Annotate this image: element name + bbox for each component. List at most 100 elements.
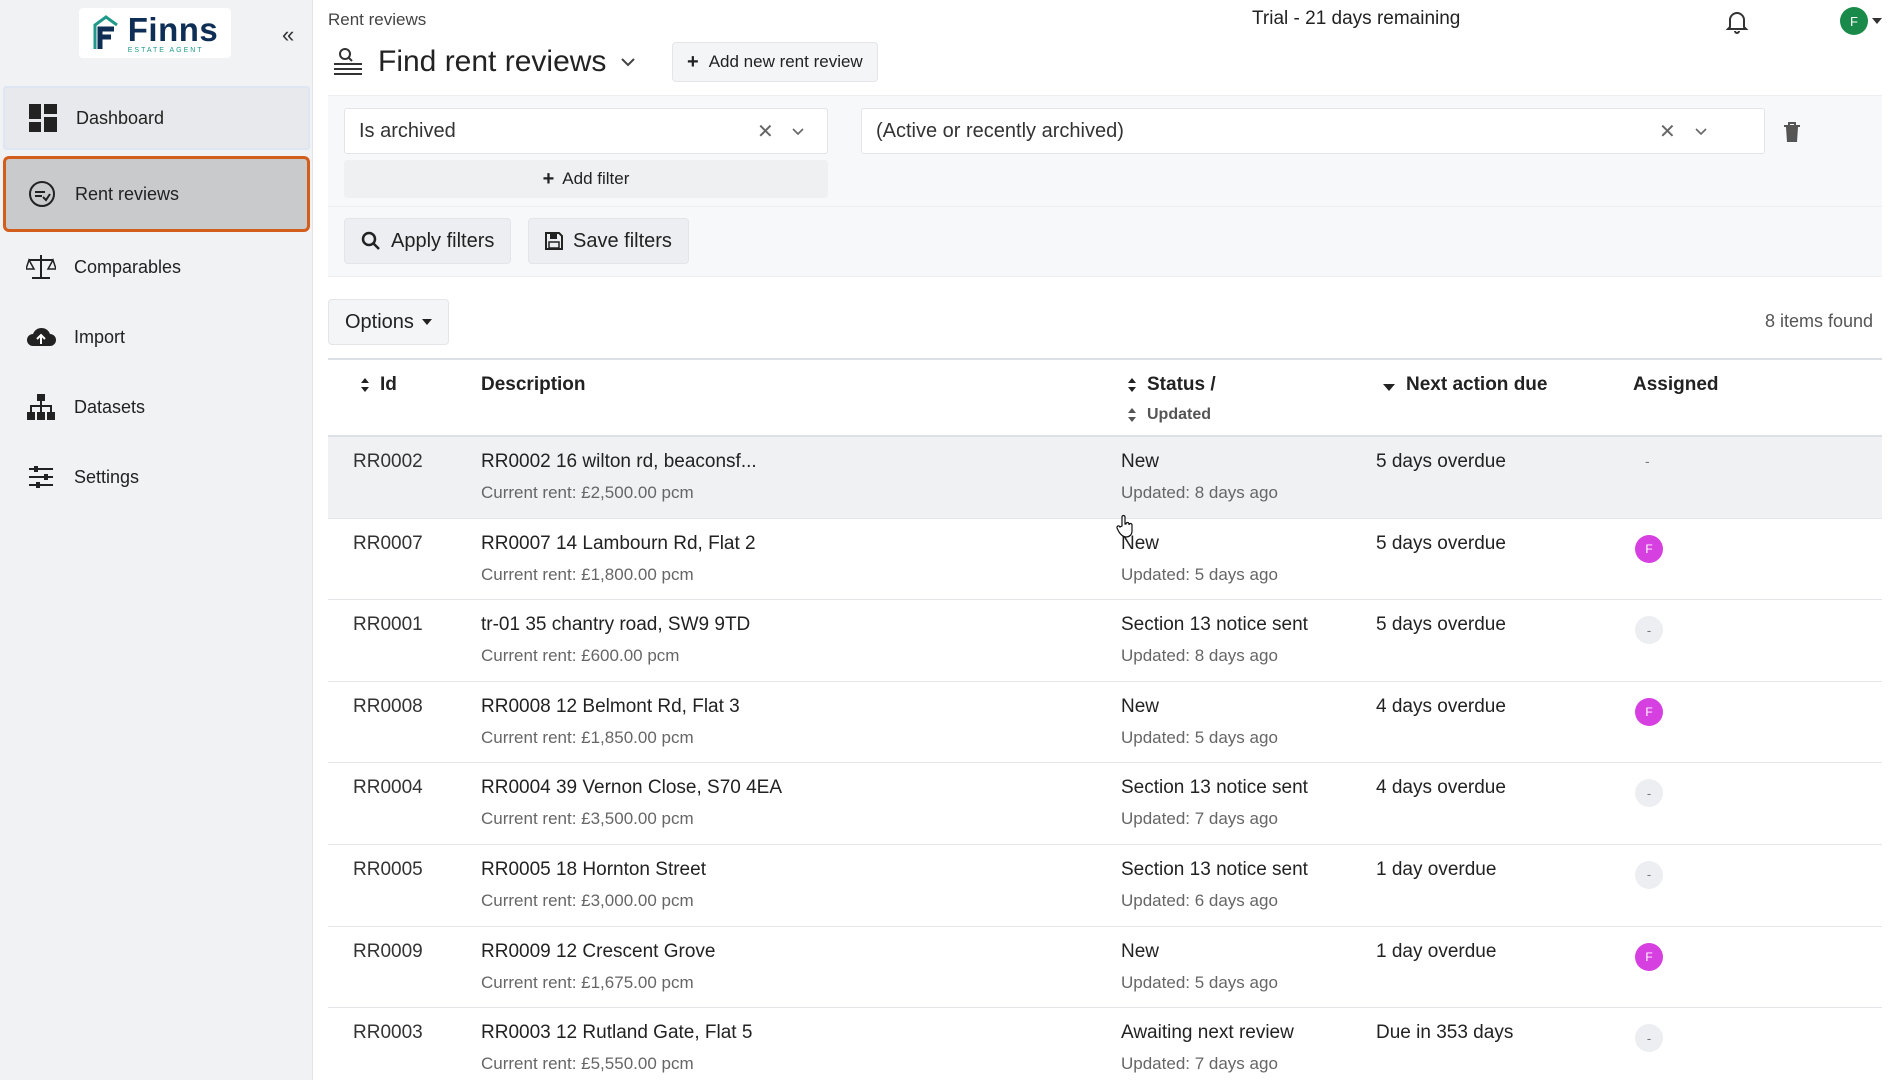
table-row[interactable]: RR0007 RR0007 14 Lambourn Rd, Flat 2 Cur… — [328, 519, 1882, 601]
row-id[interactable]: RR0009 — [353, 941, 423, 963]
table-row[interactable]: RR0005 RR0005 18 Hornton Street Current … — [328, 845, 1882, 927]
row-status: Section 13 notice sent — [1121, 777, 1308, 799]
row-id[interactable]: RR0005 — [353, 859, 423, 881]
row-id[interactable]: RR0007 — [353, 533, 423, 555]
table-row[interactable]: RR0001 tr-01 35 chantry road, SW9 9TD Cu… — [328, 600, 1882, 682]
assignee-avatar[interactable]: F — [1635, 942, 1663, 971]
unassigned-indicator[interactable]: - — [1635, 616, 1663, 645]
chevron-down-icon[interactable] — [1872, 18, 1882, 24]
caret-down-icon — [421, 319, 432, 325]
table-row[interactable]: RR0003 RR0003 12 Rutland Gate, Flat 5 Cu… — [328, 1008, 1882, 1080]
table-row[interactable]: RR0009 RR0009 12 Crescent Grove Current … — [328, 927, 1882, 1009]
sidebar-item-dashboard[interactable]: Dashboard — [3, 86, 310, 150]
column-assigned-header[interactable]: Assigned — [1633, 374, 1719, 396]
row-description[interactable]: RR0002 16 wilton rd, beaconsf... — [481, 451, 757, 473]
row-description[interactable]: RR0009 12 Crescent Grove — [481, 941, 715, 963]
row-description[interactable]: RR0004 39 Vernon Close, S70 4EA — [481, 777, 782, 799]
column-id-header[interactable]: Id — [360, 374, 397, 396]
sort-icon — [1128, 408, 1136, 422]
cloud-upload-icon — [26, 322, 56, 352]
clear-icon[interactable]: ✕ — [757, 119, 774, 144]
options-dropdown[interactable]: Options — [328, 299, 449, 345]
table-row[interactable]: RR0002 RR0002 16 wilton rd, beaconsf... … — [328, 437, 1882, 519]
assignee-avatar[interactable]: F — [1635, 534, 1663, 563]
sidebar-item-label: Dashboard — [76, 107, 165, 128]
row-status: New — [1121, 451, 1160, 472]
user-avatar[interactable]: F — [1840, 7, 1868, 35]
assignee-avatar[interactable]: F — [1635, 697, 1663, 726]
row-id[interactable]: RR0001 — [353, 614, 423, 636]
row-id[interactable]: RR0008 — [353, 696, 423, 718]
sidebar-item-comparables[interactable]: Comparables — [0, 232, 313, 302]
options-label: Options — [345, 310, 414, 333]
sidebar-item-datasets[interactable]: Datasets — [0, 372, 313, 442]
sort-icon — [361, 378, 369, 392]
dashboard-grid-icon — [28, 103, 58, 133]
chevron-down-icon[interactable] — [620, 54, 636, 70]
column-status-header[interactable]: Status / — [1127, 374, 1216, 396]
trash-icon[interactable] — [1782, 121, 1802, 143]
sidebar-item-settings[interactable]: Settings — [0, 442, 313, 512]
logo-title: Finns — [127, 10, 219, 48]
page-title[interactable]: Find rent reviews — [378, 45, 606, 79]
column-description-header[interactable]: Description — [481, 374, 586, 396]
row-next-action-due: 1 day overdue — [1376, 940, 1497, 962]
unassigned-indicator[interactable]: - — [1635, 1024, 1663, 1053]
sidebar-item-label: Rent reviews — [75, 183, 180, 204]
apply-filters-button[interactable]: Apply filters — [344, 218, 512, 264]
row-description[interactable]: RR0003 12 Rutland Gate, Flat 5 — [481, 1022, 752, 1044]
sidebar-item-label: Settings — [74, 466, 140, 487]
row-id[interactable]: RR0002 — [353, 451, 423, 473]
column-updated-header[interactable]: Updated — [1127, 406, 1211, 424]
chevron-down-icon[interactable] — [791, 125, 805, 139]
save-filters-button[interactable]: Save filters — [528, 218, 689, 264]
add-new-rent-review-label: Add new rent review — [708, 52, 863, 71]
table-header: Id Description Status / Updated Next act… — [328, 358, 1882, 437]
row-id[interactable]: RR0004 — [353, 777, 423, 799]
row-updated: Updated: 5 days ago — [1121, 972, 1278, 992]
items-found-count: 8 items found — [1764, 311, 1873, 331]
table-row[interactable]: RR0004 RR0004 39 Vernon Close, S70 4EA C… — [328, 763, 1882, 845]
unassigned-indicator[interactable]: - — [1635, 779, 1663, 808]
finns-logo[interactable]: Finns ESTATE AGENT — [79, 8, 231, 58]
row-description[interactable]: RR0005 18 Hornton Street — [481, 859, 706, 881]
filter-field-select[interactable]: Is archived ✕ — [344, 108, 828, 154]
column-assigned-label: Assigned — [1633, 374, 1719, 395]
page-header: Find rent reviews — [332, 40, 636, 84]
sidebar-item-rent-reviews[interactable]: Rent reviews — [3, 156, 310, 232]
floppy-disk-icon — [545, 232, 563, 250]
filter-value-text: (Active or recently archived) — [876, 119, 1124, 142]
row-description[interactable]: RR0008 12 Belmont Rd, Flat 3 — [481, 696, 740, 718]
row-updated: Updated: 7 days ago — [1121, 809, 1278, 829]
row-status: New — [1121, 695, 1160, 717]
row-next-action-due: 5 days overdue — [1376, 614, 1506, 636]
table-row[interactable]: RR0008 RR0008 12 Belmont Rd, Flat 3 Curr… — [328, 682, 1882, 764]
row-updated: Updated: 8 days ago — [1121, 483, 1278, 502]
row-current-rent: Current rent: £1,800.00 pcm — [481, 564, 694, 584]
row-next-action-due: 4 days overdue — [1376, 695, 1506, 717]
logo-subtitle: ESTATE AGENT — [127, 46, 204, 54]
column-next-action-header[interactable]: Next action due — [1382, 374, 1547, 396]
breadcrumb[interactable]: Rent reviews — [328, 10, 426, 30]
unassigned-indicator[interactable]: - — [1635, 860, 1663, 889]
column-description-label: Description — [481, 374, 586, 395]
search-list-icon — [334, 48, 362, 75]
sidebar-item-import[interactable]: Import — [0, 302, 313, 372]
row-status: Awaiting next review — [1121, 1022, 1294, 1044]
add-new-rent-review-button[interactable]: + Add new rent review — [672, 42, 878, 82]
bell-icon[interactable] — [1724, 8, 1750, 34]
clear-icon[interactable]: ✕ — [1659, 119, 1676, 144]
chevron-down-icon[interactable] — [1694, 125, 1708, 139]
sidebar-item-label: Comparables — [74, 256, 182, 277]
column-id-label: Id — [380, 374, 397, 395]
row-description[interactable]: RR0007 14 Lambourn Rd, Flat 2 — [481, 533, 756, 555]
add-filter-button[interactable]: + Add filter — [344, 160, 828, 198]
row-description[interactable]: tr-01 35 chantry road, SW9 9TD — [481, 614, 750, 636]
row-status: New — [1121, 940, 1160, 962]
row-id[interactable]: RR0003 — [353, 1022, 423, 1044]
collapse-sidebar-button[interactable]: « — [282, 22, 294, 48]
row-updated: Updated: 8 days ago — [1121, 646, 1278, 666]
row-status: Section 13 notice sent — [1121, 614, 1308, 636]
filter-value-select[interactable]: (Active or recently archived) ✕ — [861, 108, 1765, 154]
sidebar-item-label: Import — [74, 326, 126, 347]
